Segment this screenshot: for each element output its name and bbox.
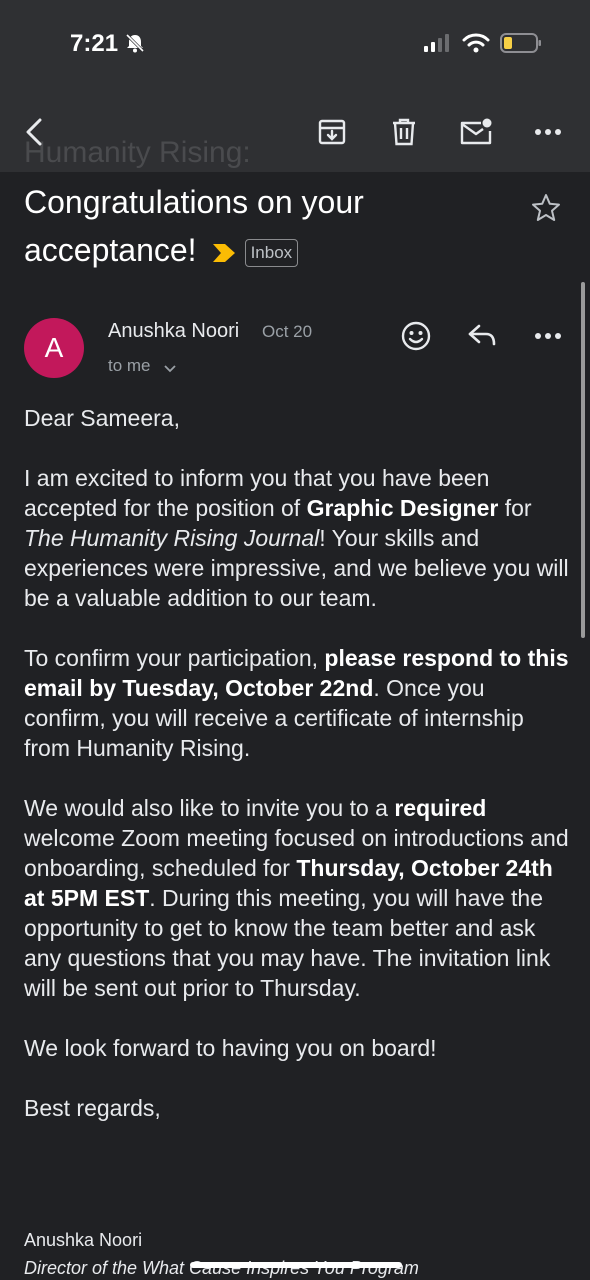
archive-icon (318, 119, 346, 145)
top-app-bar: 7:21 Humanity Rising: (0, 0, 590, 172)
greeting: Dear Sameera, (24, 405, 180, 431)
bold-segment: required (394, 795, 487, 821)
message-more-button[interactable] (528, 316, 568, 356)
star-icon (532, 194, 560, 221)
add-reaction-button[interactable] (396, 316, 436, 356)
archive-button[interactable] (312, 112, 352, 152)
subject-text: Congratulations on your acceptance! (24, 184, 364, 268)
sender-avatar[interactable]: A (24, 318, 84, 378)
cellular-signal-icon (424, 34, 452, 57)
mark-unread-button[interactable] (456, 112, 496, 152)
recipient-details-toggle[interactable]: to me (108, 356, 151, 376)
back-button[interactable] (14, 112, 54, 152)
trash-icon (393, 118, 415, 146)
inbox-label-chip[interactable]: Inbox (244, 238, 299, 267)
battery-icon (500, 33, 542, 58)
collapsed-title-ghost: Humanity Rising: (24, 136, 251, 169)
more-options-button[interactable] (528, 112, 568, 152)
email-subject: Congratulations on your acceptance! Inbox (24, 178, 504, 277)
email-date: Oct 20 (262, 322, 313, 341)
more-horizontal-icon (535, 129, 561, 135)
bold-segment: Graphic Designer (306, 495, 499, 521)
text-segment: We would also like to invite you to a (24, 795, 395, 821)
back-arrow-icon (26, 118, 42, 146)
italic-segment: The Humanity Rising Journal (24, 525, 320, 551)
closing: Best regards, (24, 1095, 161, 1121)
email-body: Dear Sameera, I am excited to inform you… (24, 403, 572, 1153)
sender-name[interactable]: Anushka Noori (108, 320, 239, 343)
emoji-icon (401, 321, 431, 351)
star-button[interactable] (530, 192, 562, 229)
home-indicator[interactable] (190, 1262, 402, 1268)
scrollbar[interactable] (581, 282, 585, 638)
reply-icon (468, 324, 496, 346)
status-time: 7:21 (70, 30, 119, 57)
text-segment: To confirm your participation, (24, 645, 325, 671)
body-paragraph-1: I am excited to inform you that you have… (24, 463, 572, 613)
text-segment: for (498, 495, 532, 521)
chevron-down-icon[interactable] (164, 360, 176, 378)
body-paragraph-2: To confirm your participation, please re… (24, 643, 572, 763)
delete-button[interactable] (384, 112, 424, 152)
wifi-icon (462, 32, 490, 59)
mark-unread-icon (460, 118, 492, 145)
reply-button[interactable] (462, 316, 502, 356)
signature-name: Anushka Noori (24, 1230, 143, 1250)
more-horizontal-icon (535, 333, 561, 339)
bell-muted-icon (124, 32, 146, 59)
body-paragraph-3: We would also like to invite you to a re… (24, 793, 572, 1003)
important-marker-icon[interactable] (211, 229, 237, 277)
body-paragraph-4: We look forward to having you on board! (24, 1035, 437, 1061)
